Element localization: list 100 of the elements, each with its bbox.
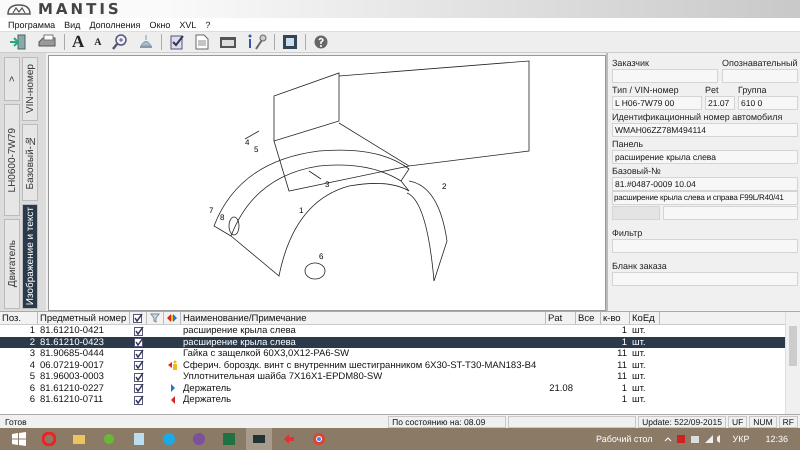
- table-cell-text: 81.61210-0711: [39, 394, 104, 406]
- table-cell-text: 1: [28, 325, 36, 336]
- column-header[interactable]: Поз.: [0, 312, 38, 324]
- side-tab[interactable]: Базовый-№: [22, 124, 38, 201]
- column-header[interactable]: Все: [576, 312, 601, 324]
- logo-icon: [6, 3, 32, 15]
- table-cell-text: расширение крыла слева: [182, 336, 297, 348]
- app-window-icon[interactable]: [246, 428, 272, 450]
- checkbox[interactable]: [134, 394, 144, 405]
- field-label: Базовый-№: [612, 166, 662, 177]
- checkbox-header-icon[interactable]: [133, 313, 143, 323]
- checkbox[interactable]: [134, 337, 144, 348]
- checkbox[interactable]: [134, 383, 144, 394]
- column-header[interactable]: КоЕд: [630, 312, 660, 324]
- table-cell-text: шт.: [631, 394, 647, 406]
- vin-field[interactable]: WMAH06ZZ78M494114: [612, 123, 798, 137]
- side-tab[interactable]: >: [4, 57, 20, 101]
- language-indicator[interactable]: УКР: [732, 434, 750, 444]
- table-cell-text: 11: [616, 348, 628, 360]
- empty-field[interactable]: [612, 206, 660, 220]
- scrollbar[interactable]: [785, 312, 800, 414]
- menu-item[interactable]: Дополнения: [89, 20, 140, 30]
- table-row[interactable]: 4 06.07219-0017 Сферич. бороздк. винт с внутренним шестигранником 6X30-ST-T30-MAN183-B4 11 шт.: [0, 360, 785, 371]
- checkbox[interactable]: [134, 326, 144, 336]
- table-cell-text: 3: [28, 348, 36, 360]
- status-flag: UF: [728, 416, 748, 428]
- column-header[interactable]: Предметный номер: [38, 312, 130, 324]
- table-cell-text: шт.: [631, 382, 647, 394]
- table-cell-text: 2: [28, 336, 36, 348]
- side-tab[interactable]: Изображение и текст: [22, 204, 38, 309]
- table-cell-text: 21.08: [548, 382, 574, 394]
- table-cell-text: шт.: [631, 348, 647, 360]
- side-tab[interactable]: LH0600-7W79: [4, 104, 20, 216]
- table-cell-text: шт.: [631, 371, 647, 382]
- table-cell-text: 1: [620, 336, 628, 348]
- table-cell-text: 81.90685-0444: [39, 348, 105, 360]
- table-row[interactable]: 6 81.61210-0227 Держатель 21.08 1 шт.: [0, 382, 785, 394]
- checkbox[interactable]: [134, 372, 144, 382]
- field-label: Опознавательный: [722, 58, 798, 69]
- callout-number: 4: [245, 138, 250, 147]
- side-tab[interactable]: Двигатель: [4, 219, 20, 309]
- table-cell-text: расширение крыла слева: [182, 325, 297, 336]
- menu-item[interactable]: ?: [205, 20, 210, 30]
- callout-number: 7: [209, 206, 214, 215]
- status-flag: RF: [778, 416, 798, 428]
- table-cell-text: 81.96003-0003: [39, 371, 105, 382]
- table-cell-text: 4: [28, 360, 36, 371]
- table-row[interactable]: 2 81.61210-0423 расширение крыла слева 1 шт.: [0, 336, 785, 348]
- table-cell-text: Держатель: [182, 394, 232, 406]
- filter-field[interactable]: [612, 239, 798, 253]
- column-header[interactable]: к-во: [601, 312, 630, 324]
- table-cell-text: шт.: [631, 336, 647, 348]
- checkbox[interactable]: [134, 360, 144, 370]
- font-size-button[interactable]: A: [69, 33, 88, 51]
- table-cell-text: Держатель: [182, 382, 232, 394]
- empty-field[interactable]: [663, 206, 798, 220]
- table-row[interactable]: 5 81.96003-0003 Уплотнительная шайба 7X16X1-EPDM80-SW 11 шт.: [0, 371, 785, 382]
- table-row[interactable]: 3 81.90685-0444 Гайка с защелкой 60X3,0X12-PA6-SW 11 шт.: [0, 348, 785, 360]
- callout-number: 5: [254, 145, 258, 154]
- field-label: Тип / VIN-номер: [612, 85, 680, 96]
- table-cell-text: 81.61210-0421: [39, 325, 105, 336]
- font-size-button[interactable]: A: [91, 33, 105, 51]
- customer-field[interactable]: [612, 69, 718, 83]
- right-arrow-icon: [170, 384, 176, 392]
- direction-arrows-icon[interactable]: [166, 313, 178, 323]
- table-cell-text: 81.61210-0423: [39, 336, 105, 348]
- tray-icons-drawing[interactable]: [662, 434, 722, 444]
- status-date: По состоянию на: 08.09: [388, 416, 506, 428]
- table-cell-text: шт.: [631, 360, 647, 371]
- base-description-field[interactable]: расширение крыла слева и справа F99L/R40/41: [612, 191, 798, 205]
- filter-icon[interactable]: [150, 313, 160, 323]
- column-header[interactable]: Наименование/Примечание: [181, 312, 546, 324]
- field-label: Группа: [738, 85, 768, 96]
- clock[interactable]: 12:36: [765, 434, 788, 444]
- callout-number: 6: [319, 252, 324, 261]
- type-field[interactable]: L H06-7W79 00: [612, 96, 702, 110]
- panel-field[interactable]: расширение крыла слева: [612, 150, 798, 164]
- table-row[interactable]: 6 81.61210-0711 Держатель 1 шт.: [0, 394, 785, 406]
- field-label: Заказчик: [612, 58, 650, 69]
- table-row[interactable]: 1 81.61210-0421 расширение крыла слева 1 шт.: [0, 325, 785, 336]
- order-form-field[interactable]: [612, 272, 798, 286]
- menu-item[interactable]: Окно: [149, 20, 170, 30]
- menu-item[interactable]: Программа: [8, 20, 56, 30]
- id-field[interactable]: [722, 69, 798, 83]
- base-number-field[interactable]: 81.#0487-0009 10.04: [612, 177, 798, 191]
- column-header[interactable]: Pat: [546, 312, 576, 324]
- table-cell-text: 81.61210-0227: [39, 382, 105, 394]
- table-cell-text: Гайка с защелкой 60X3,0X12-PA6-SW: [182, 348, 350, 360]
- pet-field[interactable]: 21.07: [705, 96, 735, 110]
- group-field[interactable]: 610 0: [738, 96, 798, 110]
- table-cell-text: 1: [620, 382, 628, 394]
- menu-item[interactable]: Вид: [64, 20, 80, 30]
- field-label: Бланк заказа: [612, 261, 668, 272]
- table-cell-text: 6: [28, 394, 36, 406]
- side-tab[interactable]: VIN-номер: [22, 57, 38, 121]
- checkbox[interactable]: [134, 348, 144, 359]
- status-update: Update: 522/09-2015: [638, 416, 726, 428]
- table-cell-text: шт.: [631, 325, 647, 336]
- menu-item[interactable]: XVL: [179, 20, 196, 30]
- desktop-label[interactable]: Рабочий стол: [596, 434, 652, 444]
